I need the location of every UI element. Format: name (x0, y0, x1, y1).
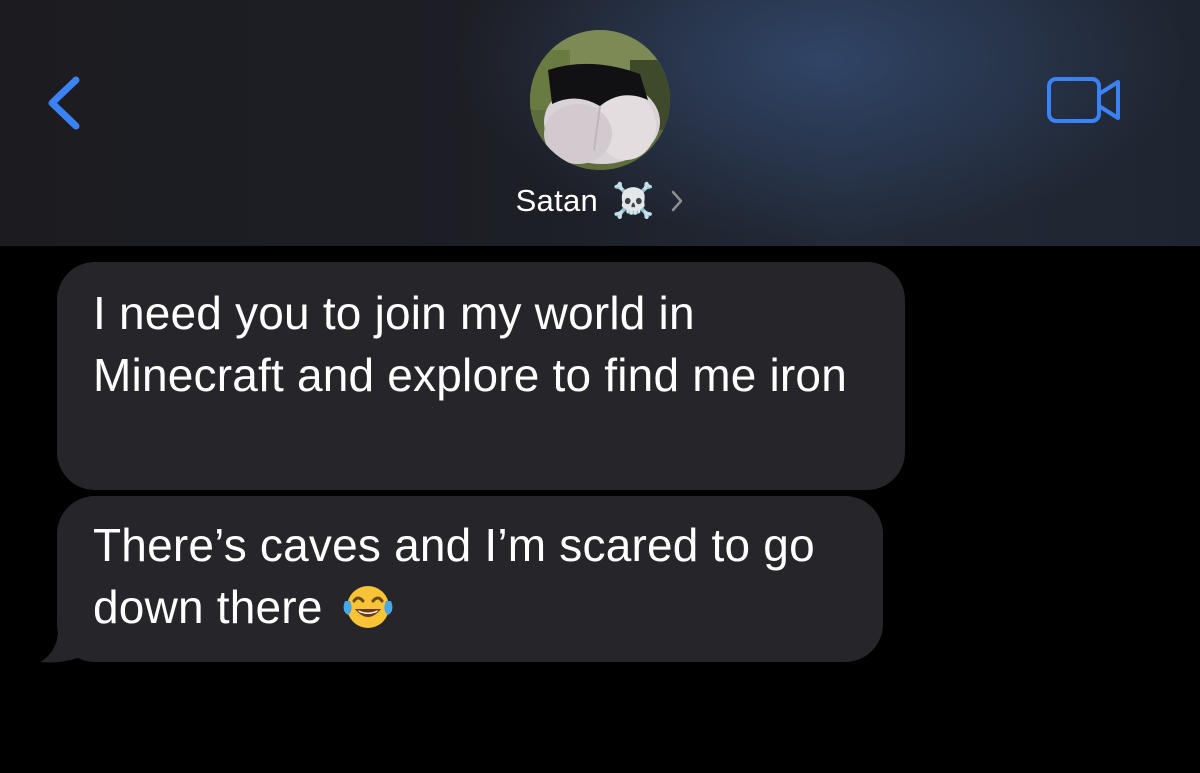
contact-name: Satan (515, 183, 599, 218)
bubble-tail (40, 618, 78, 663)
contact-name-row[interactable]: Satan ☠️ (0, 176, 1200, 226)
message-text: I need you to join my world in Minecraft… (93, 287, 848, 401)
tears-of-joy-emoji-icon (343, 586, 393, 628)
video-camera-icon (1047, 77, 1120, 123)
back-button[interactable] (40, 68, 90, 138)
message-text: There’s caves and I’m scared to go down … (93, 519, 815, 633)
avatar-photo (530, 30, 670, 170)
message-bubble[interactable]: I need you to join my world in Minecraft… (57, 262, 905, 490)
message-bubble[interactable]: There’s caves and I’m scared to go down … (57, 496, 883, 662)
chevron-right-icon (672, 190, 683, 212)
skull-crossbones-icon: ☠️ (612, 181, 655, 221)
chevron-left-icon (48, 76, 80, 130)
conversation-screen: Satan ☠️ I need you to join my world in … (0, 0, 1200, 773)
contact-avatar[interactable] (530, 30, 670, 170)
video-call-button[interactable] (1044, 74, 1124, 126)
conversation-header: Satan ☠️ (0, 0, 1200, 246)
